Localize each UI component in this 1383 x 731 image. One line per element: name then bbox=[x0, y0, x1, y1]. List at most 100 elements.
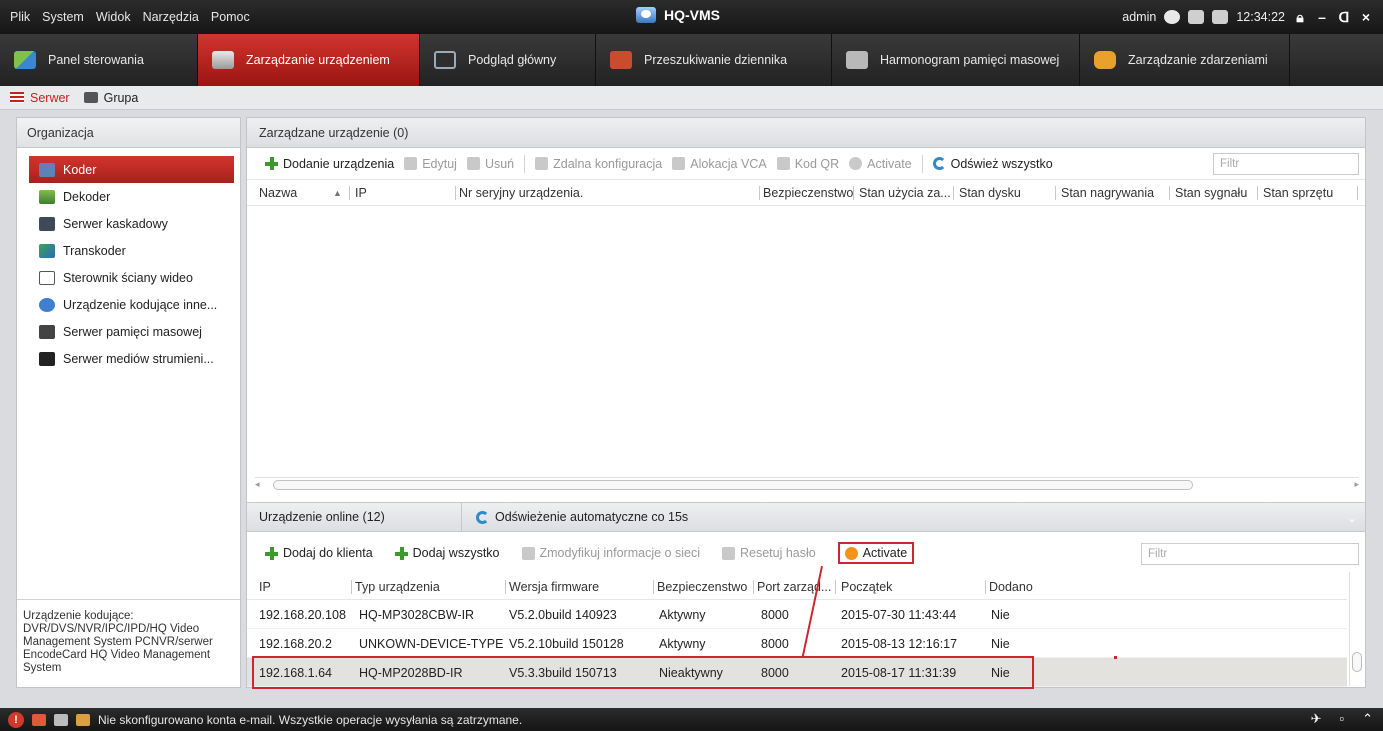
col-nazwa[interactable]: Nazwa bbox=[259, 186, 297, 200]
refresh-all-button[interactable]: Odśwież wszystko bbox=[932, 157, 1053, 171]
org-item-koder[interactable]: Koder bbox=[29, 156, 234, 183]
managed-table-header: Nazwa ▲ IP Nr seryjny urządzenia. Bezpie… bbox=[247, 180, 1365, 206]
menu-narzedzia[interactable]: Narzędzia bbox=[143, 10, 199, 24]
tab-zarzadzanie-zdarzeniami[interactable]: Zarządzanie zdarzeniami bbox=[1080, 34, 1290, 86]
online-filter-input[interactable]: Filtr bbox=[1141, 543, 1359, 565]
monitor-icon[interactable] bbox=[1188, 10, 1205, 24]
org-item-dekoder[interactable]: Dekoder bbox=[29, 183, 234, 210]
cell-added: Nie bbox=[991, 637, 1010, 651]
tab-zarzadzanie-urzadzeniem[interactable]: Zarządzanie urządzeniem bbox=[198, 34, 420, 86]
alert-icon[interactable]: ! bbox=[8, 711, 24, 728]
edit-button[interactable]: Edytuj bbox=[404, 157, 457, 171]
org-item-serwer-mediow[interactable]: Serwer mediów strumieni... bbox=[29, 345, 234, 372]
sort-ascending-icon[interactable]: ▲ bbox=[333, 188, 342, 198]
org-item-transkoder[interactable]: Transkoder bbox=[29, 237, 234, 264]
add-to-client-button[interactable]: Dodaj do klienta bbox=[265, 546, 373, 560]
subtab-label: Serwer bbox=[30, 90, 70, 105]
vca-allocation-button[interactable]: Alokacja VCA bbox=[672, 157, 767, 171]
col-stan-uzycia[interactable]: Stan użycia za... bbox=[859, 186, 951, 200]
org-item-label: Dekoder bbox=[63, 189, 111, 204]
sound-icon[interactable] bbox=[76, 713, 90, 726]
menu-bar: Plik System Widok Narzędzia Pomoc bbox=[0, 10, 250, 24]
tab-harmonogram[interactable]: Harmonogram pamięci masowej bbox=[832, 34, 1080, 86]
table-row[interactable]: 192.168.20.2 UNKOWN-DEVICE-TYPE V5.2.10b… bbox=[247, 629, 1347, 658]
col-typ-urzadzenia[interactable]: Typ urządzenia bbox=[355, 580, 440, 594]
activate-button[interactable]: Activate bbox=[837, 542, 915, 564]
scroll-right-icon[interactable]: ▸ bbox=[1354, 479, 1359, 490]
col-poczatek[interactable]: Początek bbox=[841, 580, 892, 594]
horizontal-scrollbar[interactable]: ◂ ▸ bbox=[255, 477, 1359, 491]
add-device-button[interactable]: Dodanie urządzenia bbox=[265, 157, 394, 171]
close-button[interactable]: × bbox=[1359, 9, 1373, 25]
org-item-serwer-kaskadowy[interactable]: Serwer kaskadowy bbox=[29, 210, 234, 237]
globe-icon[interactable] bbox=[1164, 10, 1181, 24]
col-ip[interactable]: IP bbox=[355, 186, 367, 200]
collapse-icon[interactable]: ⌄ bbox=[1347, 511, 1357, 525]
menu-pomoc[interactable]: Pomoc bbox=[211, 10, 250, 24]
col-port[interactable]: Port zarząd... bbox=[757, 580, 831, 594]
activate-button-disabled[interactable]: Activate bbox=[849, 156, 912, 171]
auto-refresh-toggle[interactable]: Odświeżenie automatyczne co 15s bbox=[462, 510, 688, 524]
modify-network-button[interactable]: Zmodyfikuj informacje o sieci bbox=[521, 546, 700, 560]
vertical-scrollbar[interactable] bbox=[1349, 572, 1363, 686]
tab-label: Zarządzanie urządzeniem bbox=[246, 53, 390, 67]
restore-button[interactable]: ᗡ bbox=[1337, 9, 1351, 26]
app-title-text: HQ-VMS bbox=[664, 7, 720, 23]
button-label: Resetuj hasło bbox=[739, 546, 816, 560]
tab-przeszukiwanie-dziennika[interactable]: Przeszukiwanie dziennika bbox=[596, 34, 832, 86]
refresh-icon bbox=[476, 510, 489, 524]
window-icon[interactable]: ▫ bbox=[1339, 711, 1344, 727]
subtab-grupa[interactable]: Grupa bbox=[83, 91, 147, 105]
alarm-icon[interactable] bbox=[32, 713, 46, 726]
table-row[interactable]: 192.168.20.108 HQ-MP3028CBW-IR V5.2.0bui… bbox=[247, 600, 1347, 629]
col-stan-sprzetu[interactable]: Stan sprzętu bbox=[1263, 186, 1333, 200]
add-all-button[interactable]: Dodaj wszystko bbox=[394, 546, 500, 560]
menu-widok[interactable]: Widok bbox=[96, 10, 131, 24]
user-name[interactable]: admin bbox=[1122, 10, 1156, 24]
managed-filter-input[interactable]: Filtr bbox=[1213, 153, 1359, 175]
subtab-serwer[interactable]: Serwer bbox=[10, 91, 78, 105]
tab-podglad-glowny[interactable]: Podgląd główny bbox=[420, 34, 596, 86]
org-item-label: Serwer pamięci masowej bbox=[63, 324, 202, 339]
col-stan-nagrywania[interactable]: Stan nagrywania bbox=[1061, 186, 1154, 200]
minimize-button[interactable]: – bbox=[1315, 9, 1329, 25]
qr-code-button[interactable]: Kod QR bbox=[776, 157, 839, 171]
scrollbar-thumb[interactable] bbox=[1352, 652, 1362, 672]
org-item-urzadzenie-kodujace[interactable]: Urządzenie kodujące inne... bbox=[29, 291, 234, 318]
cell-start: 2015-08-13 12:16:17 bbox=[841, 637, 958, 651]
menu-system[interactable]: System bbox=[42, 10, 84, 24]
app-logo-icon bbox=[636, 7, 656, 23]
col-bezpieczenstwo[interactable]: Bezpieczenstwo bbox=[763, 186, 853, 200]
tab-panel-sterowania[interactable]: Panel sterowania bbox=[0, 34, 198, 86]
col-dodano[interactable]: Dodano bbox=[989, 580, 1033, 594]
expand-icon[interactable]: ⌃ bbox=[1362, 711, 1373, 727]
col-nr-seryjny[interactable]: Nr seryjny urządzenia. bbox=[459, 186, 583, 200]
org-item-label: Serwer kaskadowy bbox=[63, 216, 168, 231]
button-label: Usuń bbox=[484, 156, 515, 171]
col-bezpieczenstwo[interactable]: Bezpieczenstwo bbox=[657, 580, 747, 594]
delete-button[interactable]: Usuń bbox=[466, 156, 515, 171]
pin-icon[interactable]: ✈ bbox=[1311, 711, 1322, 727]
lock-icon[interactable]: 🔒︎ bbox=[1293, 9, 1307, 26]
scroll-left-icon[interactable]: ◂ bbox=[255, 479, 260, 490]
col-ip[interactable]: IP bbox=[259, 580, 271, 594]
col-stan-sygnalu[interactable]: Stan sygnału bbox=[1175, 186, 1247, 200]
toolbar-divider bbox=[921, 154, 923, 173]
button-label: Zmodyfikuj informacje o sieci bbox=[539, 546, 700, 560]
control-panel-icon bbox=[14, 51, 36, 69]
cell-added: Nie bbox=[991, 608, 1010, 622]
col-stan-dysku[interactable]: Stan dysku bbox=[959, 186, 1021, 200]
transcoder-icon bbox=[39, 243, 55, 258]
button-label: Activate bbox=[867, 156, 912, 171]
col-wersja-firmware[interactable]: Wersja firmware bbox=[509, 580, 599, 594]
scrollbar-thumb[interactable] bbox=[273, 480, 1193, 490]
screenshot-icon[interactable] bbox=[54, 713, 68, 726]
org-item-serwer-pamieci[interactable]: Serwer pamięci masowej bbox=[29, 318, 234, 345]
calendar-icon[interactable] bbox=[1212, 10, 1229, 24]
org-item-sterownik-sciany[interactable]: Sterownik ściany wideo bbox=[29, 264, 234, 291]
undo-icon bbox=[721, 546, 735, 560]
reset-password-button[interactable]: Resetuj hasło bbox=[721, 546, 816, 560]
menu-plik[interactable]: Plik bbox=[10, 10, 30, 24]
remote-config-button[interactable]: Zdalna konfiguracja bbox=[535, 157, 662, 171]
column-divider bbox=[653, 580, 654, 594]
